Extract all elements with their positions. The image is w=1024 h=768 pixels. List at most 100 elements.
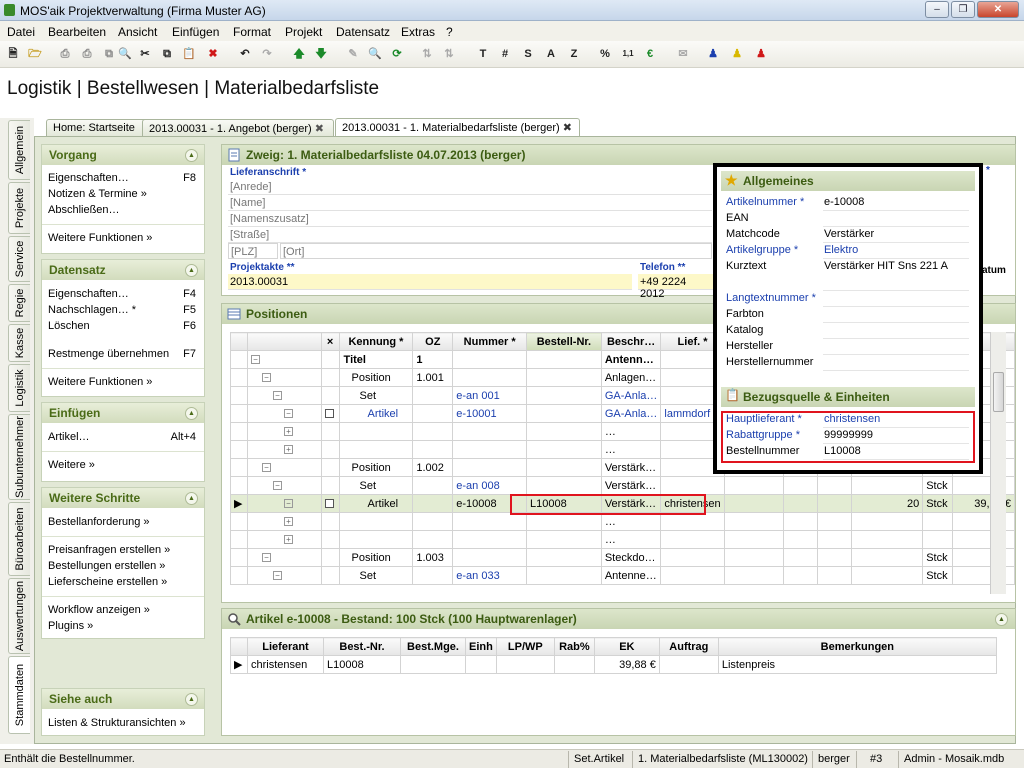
checkbox-cell[interactable] (320, 530, 340, 549)
cell-bestellnr[interactable] (526, 368, 602, 387)
telefon-field[interactable]: +49 2224 2012 (638, 274, 714, 300)
col-ek[interactable]: EK (593, 637, 660, 656)
col-rab[interactable]: Rab% (553, 637, 595, 656)
cell-beschr[interactable]: Antenn… (600, 350, 662, 369)
tree-toggle-icon[interactable]: + (283, 445, 293, 455)
cell-extra[interactable] (817, 476, 853, 495)
tree-toggle-icon[interactable]: − (261, 553, 271, 563)
table-row[interactable]: − Set e-an 033 Antenne… Stck (230, 566, 1015, 585)
menu-projekt[interactable]: Projekt (285, 25, 322, 39)
tree-cell[interactable]: − (246, 566, 322, 585)
sort-desc-icon[interactable]: ⇅ (440, 45, 458, 63)
cell-bestellnr[interactable] (526, 350, 602, 369)
row-pointer-cell[interactable] (230, 530, 248, 549)
cell-oz[interactable] (412, 422, 454, 441)
collapse-icon[interactable]: ▲ (185, 149, 198, 162)
menu-bearbeiten[interactable]: Bearbeiten (48, 25, 106, 39)
cell-bestellnr[interactable] (526, 548, 602, 567)
col-handle[interactable] (230, 332, 248, 351)
arrow-up-icon[interactable]: 🡅 (290, 45, 308, 63)
row-checkbox[interactable] (324, 409, 334, 419)
cell-i[interactable] (723, 566, 784, 585)
popup-field-label[interactable]: Artikelgruppe * (726, 244, 798, 256)
row-pointer-cell[interactable]: ▶ (230, 494, 248, 513)
cell-beschr[interactable]: Anlagen… (600, 368, 662, 387)
tree-cell[interactable]: − (246, 548, 322, 567)
text-t-icon[interactable]: T (474, 45, 492, 63)
user-red-icon[interactable]: ♟ (752, 45, 770, 63)
vtab-auswertungen[interactable]: Auswertungen (8, 578, 30, 654)
cell-bestellnr[interactable] (526, 476, 602, 495)
cell-beschr[interactable]: GA-Anla… (600, 404, 662, 423)
vtab-kasse[interactable]: Kasse (8, 324, 30, 362)
cell-extra[interactable] (782, 566, 819, 585)
group-header[interactable]: Vorgang ▲ (42, 145, 204, 165)
menu-datei[interactable]: Datei (7, 25, 35, 39)
popup-field-value[interactable] (823, 308, 969, 323)
cell-menge[interactable]: 20 (851, 494, 924, 513)
popup-field-label[interactable]: Langtextnummer * (726, 292, 816, 304)
cell-oz[interactable] (412, 494, 454, 513)
cell-kennung[interactable]: Titel (338, 350, 414, 369)
link-workflow[interactable]: Workflow anzeigen » (48, 604, 196, 618)
checkbox-cell[interactable] (320, 566, 340, 585)
cell-kennung[interactable]: Position (338, 368, 414, 387)
group-header[interactable]: Siehe auch ▲ (42, 689, 204, 709)
tab-angebot[interactable]: 2013.00031 - 1. Angebot (berger) ✖ (142, 119, 334, 136)
popup-field-value[interactable] (823, 212, 969, 227)
tree-toggle-icon[interactable]: − (272, 391, 282, 401)
cell-oz[interactable]: 1.001 (412, 368, 454, 387)
letter-z-icon[interactable]: Z (565, 45, 583, 63)
table-row[interactable]: − Position 1.003 Steckdo… Stck (230, 548, 1015, 567)
cell-kennung[interactable]: Position (338, 458, 414, 477)
checkbox-cell[interactable] (320, 422, 340, 441)
tree-toggle-icon[interactable]: − (283, 499, 293, 509)
tree-toggle-icon[interactable]: − (250, 355, 260, 365)
cell-menge[interactable] (851, 530, 924, 549)
cell-nummer[interactable] (452, 512, 528, 531)
link-bestellungen[interactable]: Bestellungen erstellen » (48, 560, 196, 574)
cell-bestnr[interactable]: L10008 (323, 655, 401, 674)
cell-oz[interactable] (412, 512, 454, 531)
cell-extra[interactable] (817, 494, 853, 513)
cut-icon[interactable]: ✂ (136, 45, 154, 63)
user-yellow-icon[interactable]: ♟ (728, 45, 746, 63)
cell-extra[interactable] (817, 530, 853, 549)
cell-bestellnr[interactable] (526, 458, 602, 477)
group-header[interactable]: Weitere Schritte ▲ (42, 488, 204, 508)
cell-bestellnr[interactable] (526, 422, 602, 441)
row-pointer-cell[interactable] (230, 476, 248, 495)
new-icon[interactable]: 🗎 (4, 45, 22, 63)
cell-nummer[interactable] (452, 422, 528, 441)
vertical-scrollbar[interactable] (990, 332, 1006, 594)
find-icon[interactable]: 🔍 (366, 45, 384, 63)
col-bemerkungen[interactable]: Bemerkungen (717, 637, 997, 656)
cell-extra[interactable] (782, 530, 819, 549)
cell-bestmge[interactable] (400, 655, 466, 674)
tree-cell[interactable]: − (246, 350, 322, 369)
namenszusatz-field[interactable]: [Namenszusatz] (228, 211, 712, 227)
link-listen[interactable]: Listen & Strukturansichten » (48, 717, 196, 731)
projektakte-label[interactable]: Projektakte ** (230, 262, 294, 273)
tree-toggle-icon[interactable]: + (283, 535, 293, 545)
mail-icon[interactable]: ✉ (674, 45, 692, 63)
sort-asc-icon[interactable]: ⇅ (418, 45, 436, 63)
popup-field-value[interactable] (823, 340, 969, 355)
cell-bestellnr[interactable] (526, 530, 602, 549)
copy-doc-icon[interactable]: ⧉ (158, 45, 176, 63)
link-lieferscheine[interactable]: Lieferscheine erstellen » (48, 576, 196, 590)
cell-kennung[interactable]: Artikel (338, 404, 414, 423)
cell-einh[interactable] (465, 655, 497, 674)
cell-lief[interactable] (660, 566, 725, 585)
row-pointer-cell[interactable] (230, 548, 248, 567)
tab-close-icon[interactable]: ✖ (563, 122, 572, 134)
cell-nummer[interactable] (452, 530, 528, 549)
col-bestmge[interactable]: Best.Mge. (400, 637, 466, 656)
collapse-icon[interactable]: ▲ (185, 264, 198, 277)
cell-ek[interactable]: 39,88 € (593, 655, 660, 674)
cell-kennung[interactable] (338, 440, 414, 459)
cell-lief[interactable] (660, 548, 725, 567)
tree-cell[interactable]: − (246, 458, 322, 477)
row-pointer-cell[interactable] (230, 422, 248, 441)
search-icon[interactable]: 🔍 (116, 45, 134, 63)
